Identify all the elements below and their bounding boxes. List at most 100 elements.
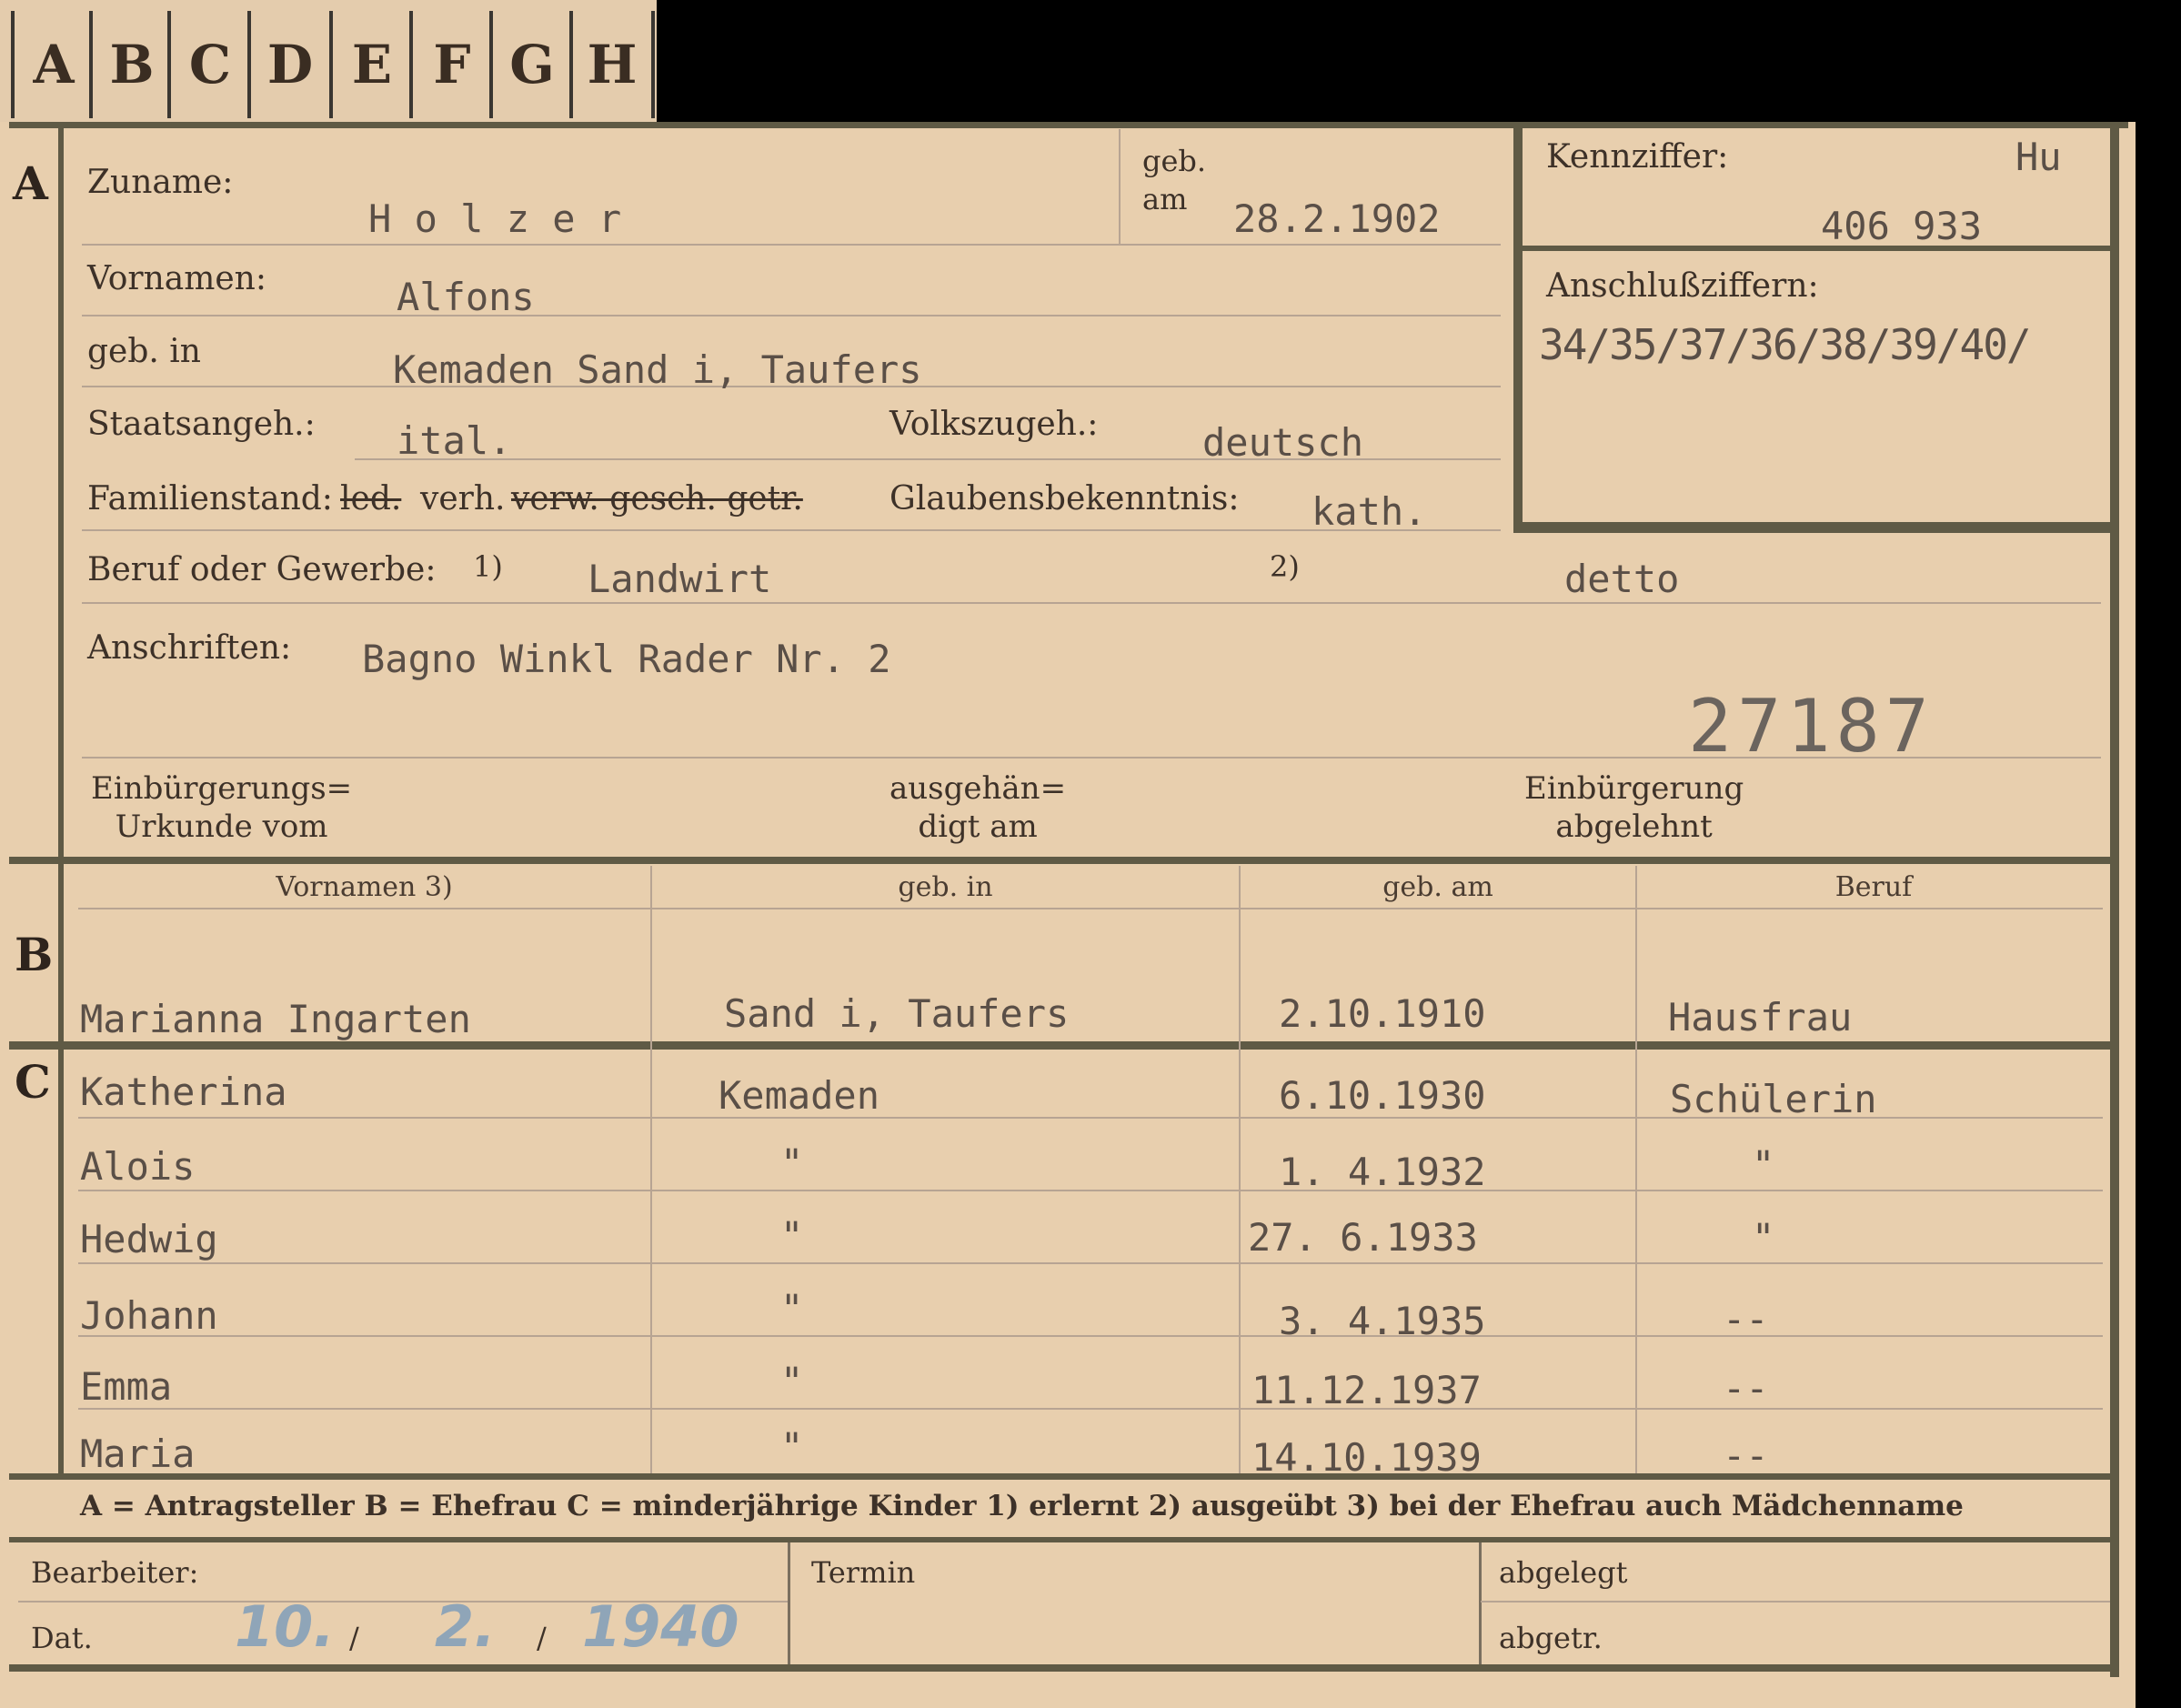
rule xyxy=(1119,129,1121,244)
card-edge xyxy=(2136,0,2181,1708)
tab-g: G xyxy=(489,11,571,118)
spouse-job: Hausfrau xyxy=(1668,995,1853,1040)
col-header-beruf: Beruf xyxy=(1834,871,1913,903)
stamp-number: 27187 xyxy=(1688,684,1935,769)
rule xyxy=(78,1262,2103,1264)
staat-value: ital. xyxy=(397,418,512,463)
glaube-label: Glaubensbekenntnis: xyxy=(889,480,1240,517)
volk-value: deutsch xyxy=(1202,420,1364,465)
einbuergerung-urkunde-label: Einbürgerungs= Urkunde vom xyxy=(91,769,352,846)
tab-b: B xyxy=(89,11,171,118)
child-3-place: " xyxy=(780,1213,804,1258)
dat-month: 2. xyxy=(435,1593,496,1660)
zuname-label: Zuname: xyxy=(87,164,234,201)
beruf-label: Beruf oder Gewerbe: xyxy=(87,551,437,588)
rule xyxy=(82,315,1501,316)
anschrift-label: Anschriften: xyxy=(87,629,292,667)
vornamen-label: Vornamen: xyxy=(87,260,266,297)
volk-label: Volkszugeh.: xyxy=(889,406,1099,443)
geb-in-label: geb. in xyxy=(87,333,201,370)
rule xyxy=(1635,866,1637,1473)
kennziffer-box-divider xyxy=(1523,246,2110,251)
geb-am-value: 28.2.1902 xyxy=(1233,196,1441,241)
rule xyxy=(788,1542,790,1664)
termin-label: Termin xyxy=(811,1555,916,1590)
section-a-marker: A xyxy=(13,156,48,210)
tab-h: H xyxy=(569,11,655,118)
abgelegt-label: abgelegt xyxy=(1499,1555,1628,1590)
zuname-value: H o l z e r xyxy=(368,196,622,241)
rule xyxy=(78,1190,2103,1191)
tab-a: A xyxy=(11,11,93,118)
dat-day: 10. xyxy=(235,1593,335,1660)
section-c-marker: C xyxy=(15,1055,51,1109)
child-4-place: " xyxy=(780,1286,804,1331)
tab-f: F xyxy=(409,11,491,118)
tab-e: E xyxy=(329,11,411,118)
beruf-note-1: 1) xyxy=(473,549,503,584)
spouse-place: Sand i, Taufers xyxy=(724,991,1070,1036)
rule xyxy=(78,908,2103,909)
rule xyxy=(82,244,1501,246)
frame-bottom xyxy=(9,1664,2119,1672)
child-6-date: 14.10.1939 xyxy=(1251,1435,1482,1480)
child-4-job: -- xyxy=(1723,1297,1769,1341)
col-header-geb-am: geb. am xyxy=(1382,871,1493,903)
familie-struck-2: verw. gesch. getr. xyxy=(511,480,803,517)
anschluss-value: 34/35/37/36/38/39/40/ xyxy=(1539,320,2032,369)
dat-slash-2: / xyxy=(537,1621,547,1655)
rule xyxy=(1479,1542,1482,1664)
child-2-place: " xyxy=(780,1140,804,1185)
tab-c: C xyxy=(167,11,249,118)
abgel-label-line2: abgelehnt xyxy=(1555,809,1713,845)
rule xyxy=(82,529,1501,531)
spouse-name: Marianna Ingarten xyxy=(80,997,471,1041)
familie-label: Familienstand: xyxy=(87,480,333,517)
col-header-geb-in: geb. in xyxy=(898,871,993,903)
index-tab-strip: A B C D E F G H xyxy=(0,0,657,130)
rule xyxy=(1239,866,1241,1473)
dat-slash-1: / xyxy=(349,1621,359,1655)
rule xyxy=(78,1408,2103,1410)
col-header-vornamen: Vornamen 3) xyxy=(276,871,453,903)
frame-divider-c xyxy=(9,1473,2119,1480)
kennziffer-box-left xyxy=(1513,122,1523,533)
kennziffer-code: Hu xyxy=(2015,135,2062,179)
rule xyxy=(82,602,2101,604)
child-5-name: Emma xyxy=(80,1364,173,1409)
child-1-job: Schülerin xyxy=(1670,1077,1877,1121)
frame-right xyxy=(2110,122,2119,1677)
glaube-value: kath. xyxy=(1312,489,1427,534)
child-2-date: 1. 4.1932 xyxy=(1279,1150,1486,1194)
staat-label: Staatsangeh.: xyxy=(87,406,316,443)
child-3-job: " xyxy=(1752,1215,1775,1260)
child-5-place: " xyxy=(780,1359,804,1403)
rule xyxy=(78,1335,2103,1337)
child-5-date: 11.12.1937 xyxy=(1251,1368,1482,1412)
frame-divider-legend xyxy=(9,1537,2119,1542)
tab-d: D xyxy=(247,11,329,118)
frame-divider-a xyxy=(9,857,2119,864)
beruf-note-2: 2) xyxy=(1270,549,1300,584)
frame-top xyxy=(9,122,2128,128)
child-3-date: 27. 6.1933 xyxy=(1248,1215,1478,1260)
geb-label: geb. xyxy=(1142,144,1207,178)
child-6-name: Maria xyxy=(80,1432,196,1476)
familie-struck-1: led. xyxy=(340,480,402,517)
geb-in-value: Kemaden Sand i, Taufers xyxy=(393,347,922,392)
child-4-name: Johann xyxy=(80,1293,218,1338)
child-2-job: " xyxy=(1752,1142,1775,1187)
child-5-job: -- xyxy=(1723,1366,1769,1411)
child-4-date: 3. 4.1935 xyxy=(1279,1299,1486,1343)
einb-label-line1: Einbürgerungs= xyxy=(91,770,353,807)
rule xyxy=(1481,1601,2110,1603)
kennziffer-value: 406 933 xyxy=(1821,204,1983,248)
kennziffer-label: Kennziffer: xyxy=(1546,138,1729,176)
child-6-place: " xyxy=(780,1424,804,1469)
dat-year: 1940 xyxy=(582,1593,739,1660)
rule xyxy=(650,866,652,1473)
child-3-name: Hedwig xyxy=(80,1217,218,1261)
child-1-place: Kemaden xyxy=(719,1073,880,1118)
child-6-job: -- xyxy=(1723,1433,1769,1478)
child-1-name: Katherina xyxy=(80,1070,287,1114)
